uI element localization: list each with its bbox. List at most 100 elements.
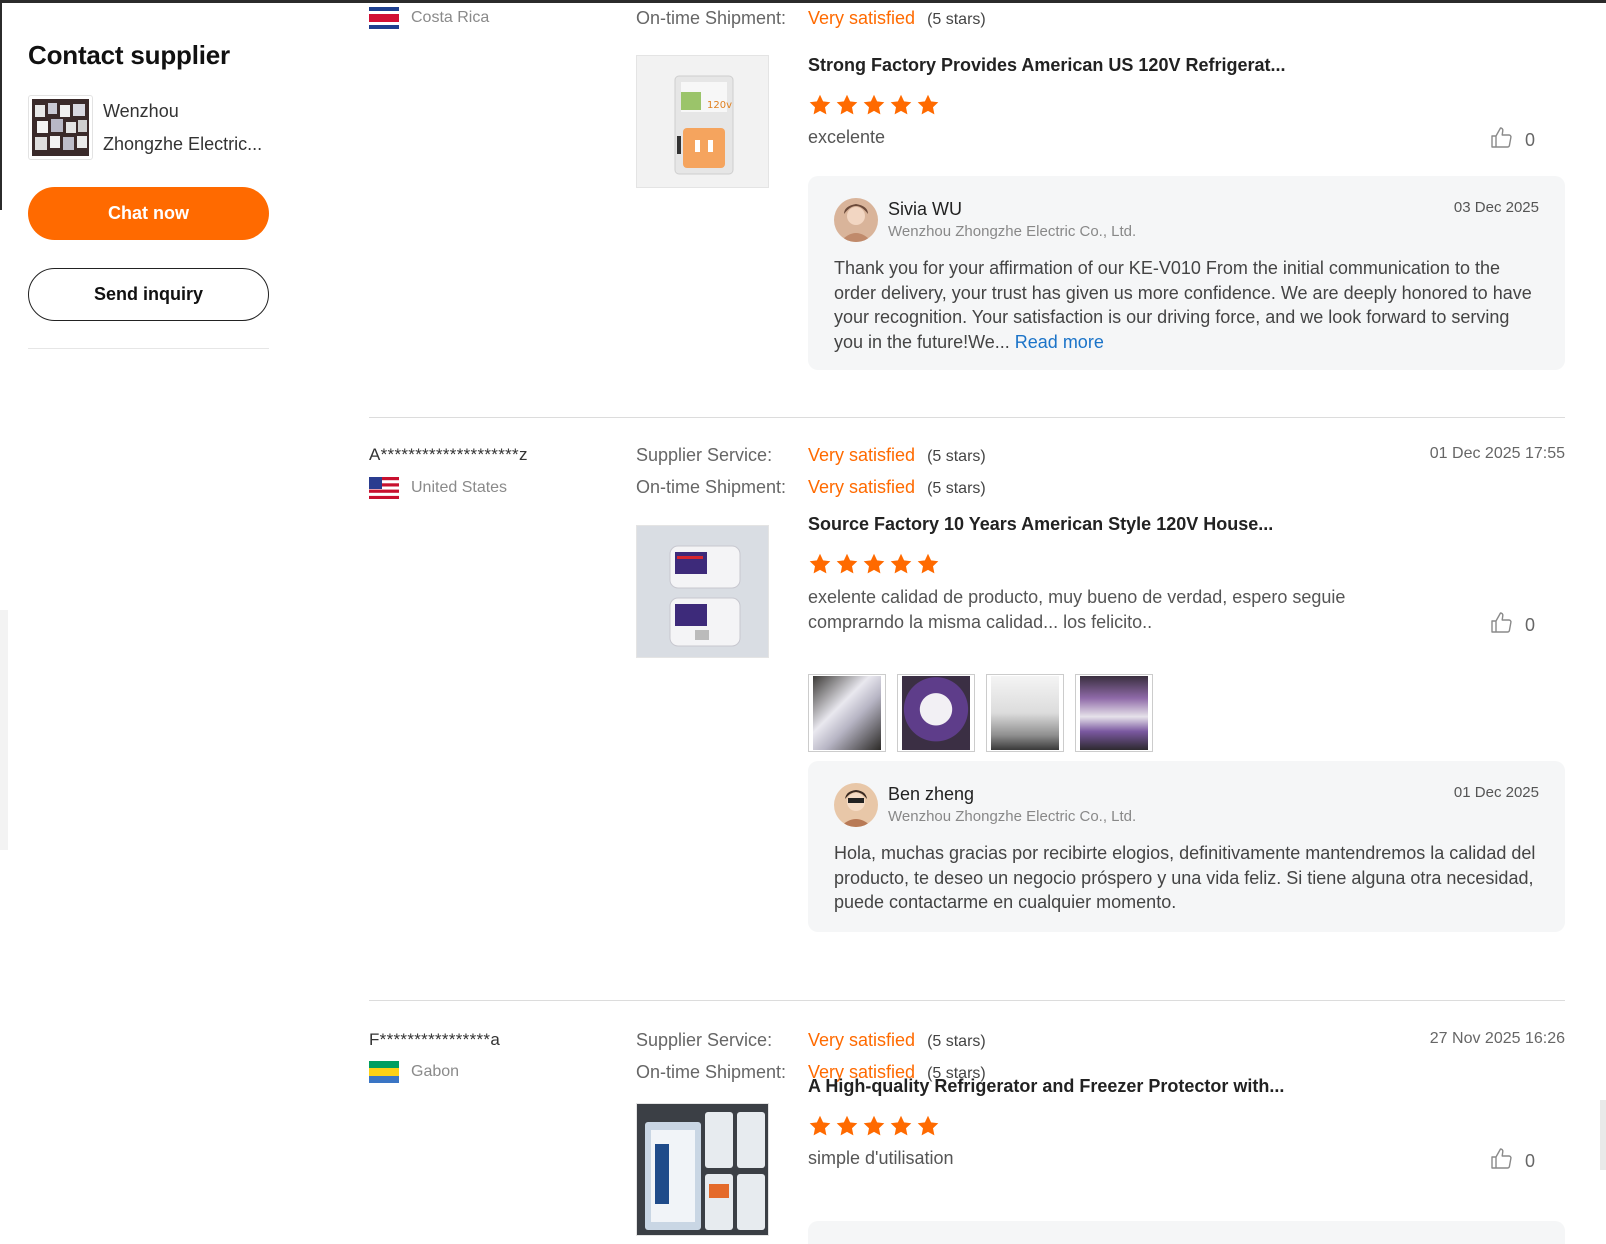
star-icon [809,553,831,574]
star-icon [809,1115,831,1136]
buyer-country: Gabon [369,1061,459,1083]
avatar [834,783,878,827]
supplier-reply [808,1221,1565,1244]
product-thumbnail[interactable]: 120v [636,55,769,188]
star-icon [809,94,831,115]
product-title-link[interactable]: Strong Factory Provides American US 120V… [808,55,1568,76]
supplier-name[interactable]: Wenzhou Zhongzhe Electric... [103,95,268,161]
svg-text:120v: 120v [707,100,732,111]
read-more-link[interactable]: Read more [1015,332,1104,352]
buyer-name: A********************z [369,445,528,464]
buyer-country: United States [369,477,507,499]
buyer-country: Costa Rica [369,7,490,30]
like-button[interactable]: 0 [1489,611,1535,640]
like-count: 0 [1524,130,1535,150]
service-stars-text: (5 stars) [927,448,986,465]
shipment-rating: On-time Shipment: Very satisfied (5 star… [636,8,986,29]
shipment-label: On-time Shipment: [636,8,787,28]
country-name: Gabon [411,1063,460,1080]
supplier-card[interactable]: Wenzhou Zhongzhe Electric... [28,95,269,161]
thumbs-up-icon [1489,1147,1525,1176]
review-photo[interactable] [808,674,886,752]
like-count: 0 [1524,615,1535,635]
reply-text: Hola, muchas gracias por recibirte elogi… [834,841,1539,915]
review-stars [808,93,940,117]
send-inquiry-button[interactable]: Send inquiry [28,268,269,321]
product-thumbnail[interactable] [636,1103,769,1236]
like-count: 0 [1524,1151,1535,1171]
shipment-satisfaction: Very satisfied [808,477,916,497]
buyer-name: F****************a [369,1030,501,1049]
service-label: Supplier Service: [636,445,773,465]
star-icon [836,553,858,574]
star-icon [917,94,939,115]
sidebar-divider [28,348,269,349]
country-name: United States [411,479,508,496]
review-date: 27 Nov 2025 16:26 [1429,1030,1565,1047]
costa-rica-flag-icon [369,7,399,30]
supplier-logo[interactable] [28,95,93,160]
reply-author: Sivia WU [888,199,963,219]
reply-date: 01 Dec 2025 [1453,784,1539,801]
star-icon [836,94,858,115]
shipment-label: On-time Shipment: [636,1062,787,1082]
avatar [834,198,878,242]
thumbs-up-icon [1489,611,1525,640]
star-icon [836,1115,858,1136]
review-photos [808,674,1153,752]
shipment-label: On-time Shipment: [636,477,787,497]
panel-title: Contact supplier [28,40,230,70]
review-item: A********************z United States Sup… [369,417,1565,993]
reply-company: Wenzhou Zhongzhe Electric Co., Ltd. [888,223,1137,240]
review-comment: exelente calidad de producto, muy bueno … [808,587,1346,632]
review-photo[interactable] [1075,674,1153,752]
supplier-name-line1: Wenzhou [103,101,179,121]
service-satisfaction: Very satisfied [808,445,916,465]
product-title-link[interactable]: A High-quality Refrigerator and Freezer … [808,1076,1568,1097]
reply-body: Hola, muchas gracias por recibirte elogi… [834,843,1536,912]
star-icon [917,553,939,574]
service-label: Supplier Service: [636,1030,773,1050]
like-button[interactable]: 0 [1489,126,1535,155]
review-item: Costa Rica On-time Shipment: Very satisf… [369,0,1565,410]
shipment-satisfaction: Very satisfied [808,8,916,28]
contact-supplier-panel: Contact supplier Wenzhou Zhongzhe Electr… [28,40,269,349]
star-icon [890,1115,912,1136]
scrollbar[interactable] [1600,1100,1606,1170]
shipment-stars-text: (5 stars) [927,11,986,28]
reply-author: Ben zheng [888,784,975,804]
star-icon [863,553,885,574]
star-icon [863,1115,885,1136]
service-satisfaction: Very satisfied [808,1030,916,1050]
star-icon [863,94,885,115]
chat-now-button[interactable]: Chat now [28,187,269,240]
review-comment: simple d'utilisation [808,1148,954,1168]
reply-date: 03 Dec 2025 [1453,199,1539,216]
reply-body: Thank you for your affirmation of our KE… [834,258,1532,352]
review-stars [808,1114,940,1138]
review-photo[interactable] [897,674,975,752]
service-rating: Supplier Service: Very satisfied (5 star… [636,445,986,466]
country-name: Costa Rica [411,9,490,26]
gabon-flag-icon [369,1061,399,1083]
like-button[interactable]: 0 [1489,1147,1535,1176]
product-thumbnail[interactable] [636,525,769,658]
star-icon [917,1115,939,1136]
product-title-link[interactable]: Source Factory 10 Years American Style 1… [808,514,1568,535]
supplier-reply: Ben zheng Wenzhou Zhongzhe Electric Co.,… [808,761,1565,932]
review-comment: excelente [808,127,886,147]
supplier-reply: Sivia WU Wenzhou Zhongzhe Electric Co., … [808,176,1565,370]
star-icon [890,94,912,115]
star-icon [890,553,912,574]
review-stars [808,552,940,576]
reply-text: Thank you for your affirmation of our KE… [834,256,1539,354]
service-stars-text: (5 stars) [927,1033,986,1050]
left-edge-shade [0,610,8,850]
review-photo[interactable] [986,674,1064,752]
shipment-stars-text: (5 stars) [927,480,986,497]
service-rating: Supplier Service: Very satisfied (5 star… [636,1030,986,1051]
review-divider [369,1000,1565,1001]
review-item: F****************a Gabon Supplier Servic… [369,1000,1565,1244]
thumbs-up-icon [1489,126,1525,155]
supplier-name-line2: Zhongzhe Electric... [103,134,263,154]
